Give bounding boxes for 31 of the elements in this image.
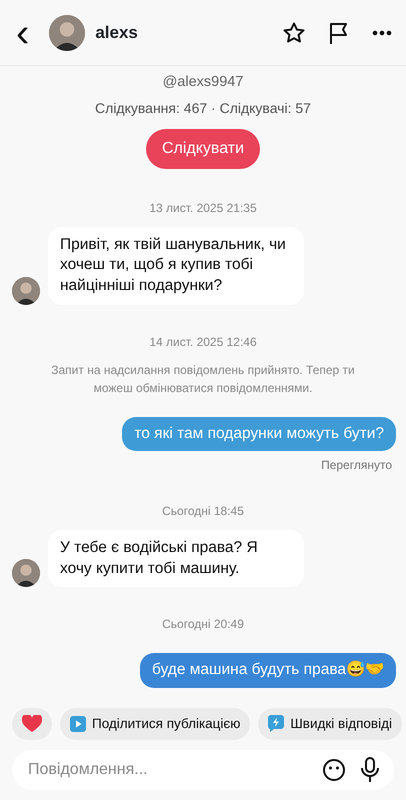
- timestamp: Сьогодні 18:45: [161, 503, 245, 520]
- message-field[interactable]: Повідомлення...: [12, 750, 394, 790]
- heart-icon: [22, 714, 42, 733]
- avatar[interactable]: [12, 559, 40, 588]
- avatar[interactable]: [49, 14, 86, 50]
- message-bubble: то які там подарунки можуть бути?: [122, 416, 396, 452]
- avatar[interactable]: [12, 276, 40, 305]
- quick-replies-chip[interactable]: Швидкі відповіді: [258, 708, 402, 740]
- message-input[interactable]: Повідомлення...: [26, 757, 322, 783]
- message-bubble: У тебе є водійські права? Я хочу купити тобі машину.: [48, 530, 304, 588]
- more-icon[interactable]: [372, 30, 392, 36]
- star-icon[interactable]: [282, 20, 306, 44]
- timestamp: Сьогодні 20:49: [161, 616, 245, 634]
- message-bubble: Привіт, як твій шанувальник, чи хочеш ти, щоб я купив тобі найцінніші подарунки?: [48, 226, 304, 305]
- emoji-icon[interactable]: [322, 758, 346, 782]
- timestamp: 13 лист. 2025 21:35: [148, 200, 258, 217]
- username: @alexs9947: [162, 73, 244, 92]
- lightning-icon: [268, 715, 284, 732]
- flag-icon[interactable]: [328, 20, 350, 44]
- seen-status: Переглянуто: [320, 457, 393, 474]
- message-bubble: буде машина будуть права😅🤝: [140, 653, 396, 688]
- follow-button[interactable]: Слідкувати: [146, 128, 260, 169]
- contact-name: alexs: [95, 22, 139, 44]
- heart-button[interactable]: [12, 708, 52, 740]
- system-notice: Запит на надсилання повідомлень прийнято. Тепер ти можеш обмінюватися повідомленнями.: [50, 362, 356, 397]
- follow-stats: Слідкування: 467 · Слідкувачі: 57: [95, 98, 311, 118]
- play-icon: [70, 716, 86, 732]
- share-post-chip[interactable]: Поділитися публікацією: [60, 708, 250, 740]
- back-button[interactable]: ‹: [10, 12, 36, 52]
- timestamp: 14 лист. 2025 12:46: [148, 334, 258, 351]
- microphone-icon[interactable]: [360, 757, 380, 783]
